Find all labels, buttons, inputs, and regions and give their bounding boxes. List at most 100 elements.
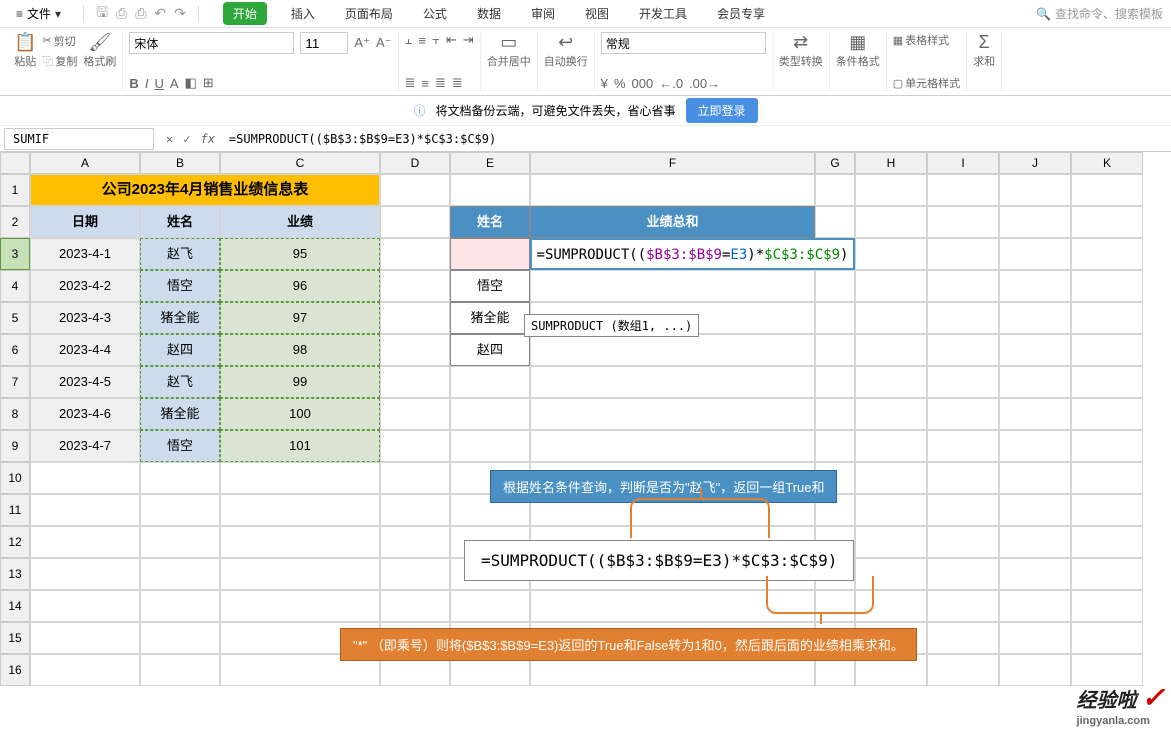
comma-icon[interactable]: 000 — [632, 76, 654, 91]
cell[interactable] — [855, 398, 927, 430]
cell[interactable] — [927, 430, 999, 462]
cell-date[interactable]: 2023-4-6 — [30, 398, 140, 430]
cell[interactable] — [30, 494, 140, 526]
wrap-text[interactable]: ↩自动换行 — [544, 32, 588, 69]
cell[interactable] — [999, 558, 1071, 590]
cell[interactable] — [530, 398, 815, 430]
cell[interactable] — [140, 494, 220, 526]
cell[interactable] — [380, 238, 450, 270]
cell[interactable] — [380, 302, 450, 334]
cell[interactable] — [855, 238, 927, 270]
cell[interactable] — [530, 430, 815, 462]
table-title[interactable]: 公司2023年4月销售业绩信息表 — [30, 174, 380, 206]
lookup-name[interactable]: 悟空 — [450, 270, 530, 302]
cell-value[interactable]: 99 — [220, 366, 380, 398]
cell[interactable] — [927, 270, 999, 302]
cell[interactable] — [927, 494, 999, 526]
increase-font-icon[interactable]: A⁺ — [354, 35, 370, 51]
cell-name[interactable]: 赵四 — [140, 334, 220, 366]
cell[interactable] — [999, 366, 1071, 398]
lookup-header[interactable]: 业绩总和 — [530, 206, 815, 238]
merge-center[interactable]: ▭合并居中 — [487, 32, 531, 69]
print-icon[interactable]: ⎙ — [116, 5, 127, 22]
cell[interactable] — [1071, 558, 1143, 590]
cell[interactable] — [380, 174, 450, 206]
tab-view[interactable]: 视图 — [579, 1, 615, 26]
row-header[interactable]: 9 — [0, 430, 30, 462]
currency-icon[interactable]: ¥ — [601, 76, 608, 91]
cell[interactable] — [140, 462, 220, 494]
cell[interactable] — [30, 590, 140, 622]
cell[interactable] — [1071, 206, 1143, 238]
cell[interactable] — [999, 622, 1071, 654]
cell[interactable] — [815, 302, 855, 334]
cell[interactable] — [530, 174, 815, 206]
cell-name[interactable]: 悟空 — [140, 270, 220, 302]
cell[interactable] — [999, 206, 1071, 238]
cell-value[interactable]: 100 — [220, 398, 380, 430]
fill-color-icon[interactable]: ◧ — [185, 75, 197, 91]
paste-button[interactable]: 📋粘贴 — [14, 32, 36, 69]
cell[interactable] — [530, 334, 815, 366]
cell[interactable] — [1071, 526, 1143, 558]
cell-value[interactable]: 95 — [220, 238, 380, 270]
cell[interactable] — [140, 590, 220, 622]
cell[interactable] — [380, 590, 450, 622]
cell[interactable] — [999, 334, 1071, 366]
cell[interactable] — [220, 558, 380, 590]
tab-layout[interactable]: 页面布局 — [339, 1, 399, 26]
cell[interactable] — [220, 526, 380, 558]
col-header[interactable]: I — [927, 152, 999, 174]
cell[interactable] — [927, 654, 999, 686]
cell[interactable] — [999, 526, 1071, 558]
cell[interactable] — [530, 270, 815, 302]
col-header[interactable]: C — [220, 152, 380, 174]
cell[interactable] — [927, 334, 999, 366]
tab-dev[interactable]: 开发工具 — [633, 1, 693, 26]
number-format-select[interactable] — [601, 32, 766, 54]
cell-name[interactable]: 赵飞 — [140, 238, 220, 270]
cond-format[interactable]: ▦条件格式 — [836, 32, 880, 69]
cell[interactable] — [380, 398, 450, 430]
search-box[interactable]: 🔍 查找命令、搜索模板 — [1036, 5, 1163, 22]
tab-member[interactable]: 会员专享 — [711, 1, 771, 26]
copy-button[interactable]: ⿻复制 — [42, 53, 77, 69]
cell[interactable] — [450, 366, 530, 398]
cell[interactable] — [927, 526, 999, 558]
tab-formula[interactable]: 公式 — [417, 1, 453, 26]
row-header[interactable]: 7 — [0, 366, 30, 398]
dec-dec-icon[interactable]: .00→ — [689, 76, 720, 91]
cell[interactable] — [1071, 174, 1143, 206]
cell[interactable] — [30, 622, 140, 654]
cell[interactable] — [815, 270, 855, 302]
cell[interactable] — [999, 174, 1071, 206]
cell[interactable] — [380, 494, 450, 526]
cell[interactable] — [927, 590, 999, 622]
row-header[interactable]: 11 — [0, 494, 30, 526]
row-header[interactable]: 3 — [0, 238, 30, 270]
cell[interactable] — [380, 366, 450, 398]
cell[interactable] — [1071, 238, 1143, 270]
cell[interactable] — [927, 302, 999, 334]
cell[interactable] — [380, 462, 450, 494]
cell[interactable] — [999, 398, 1071, 430]
underline-icon[interactable]: U — [154, 76, 163, 91]
cell[interactable] — [999, 462, 1071, 494]
align-left-icon[interactable]: ≣ — [405, 75, 416, 91]
tab-review[interactable]: 审阅 — [525, 1, 561, 26]
font-size-select[interactable] — [300, 32, 348, 54]
cell[interactable] — [815, 366, 855, 398]
type-convert[interactable]: ⇄类型转换 — [779, 32, 823, 69]
italic-icon[interactable]: I — [145, 76, 149, 91]
cell[interactable] — [927, 398, 999, 430]
undo-icon[interactable]: ↶ — [154, 5, 166, 22]
cell[interactable] — [999, 270, 1071, 302]
cell[interactable] — [855, 462, 927, 494]
select-all-corner[interactable] — [0, 152, 30, 174]
sum-button[interactable]: Σ求和 — [973, 32, 995, 69]
table-header[interactable]: 姓名 — [140, 206, 220, 238]
cell[interactable] — [450, 590, 530, 622]
cell[interactable] — [999, 590, 1071, 622]
cell[interactable] — [855, 494, 927, 526]
row-header[interactable]: 2 — [0, 206, 30, 238]
